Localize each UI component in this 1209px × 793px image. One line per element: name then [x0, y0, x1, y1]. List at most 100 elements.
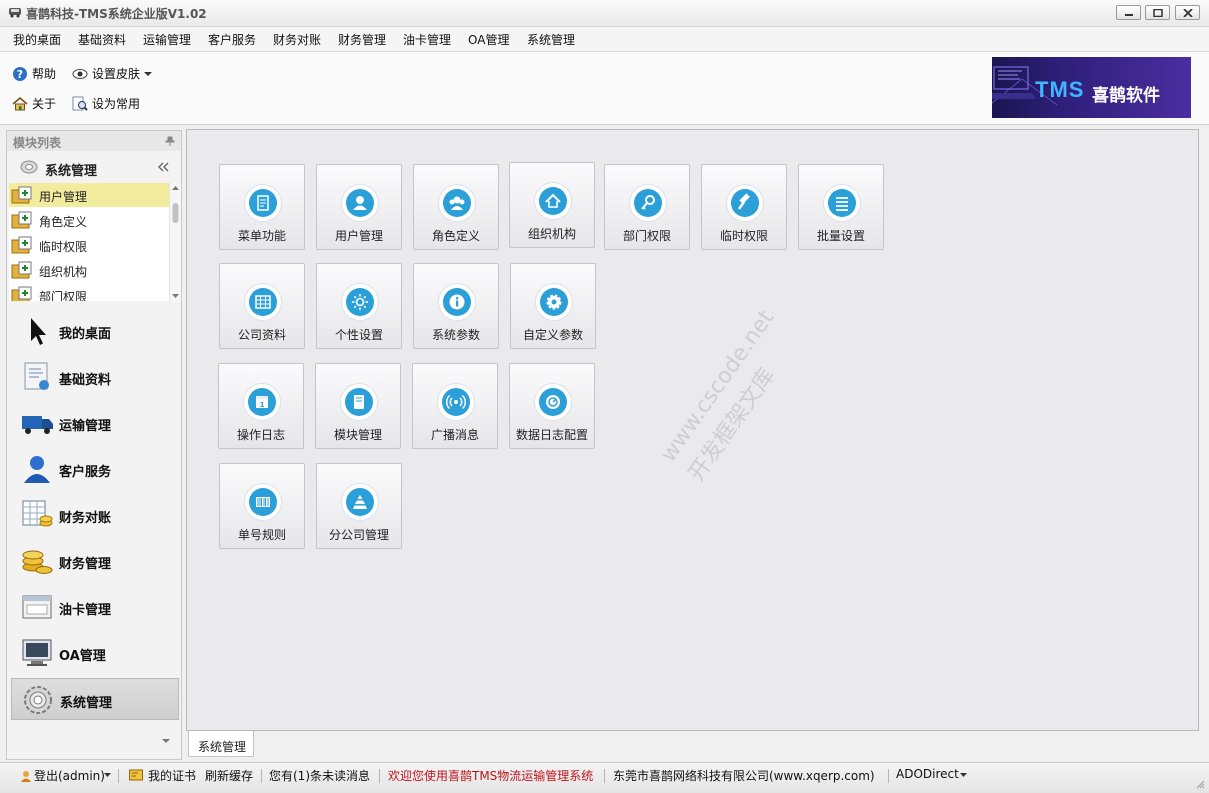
menu-my-desktop[interactable]: 我的桌面	[13, 31, 61, 48]
nav-customer-service[interactable]: 客户服务	[11, 448, 179, 490]
pin-icon[interactable]	[165, 136, 175, 146]
company-text: 东莞市喜鹊网络科技有限公司(www.xqerp.com)	[613, 769, 875, 783]
document-tab-strip: 系统管理	[186, 731, 1199, 759]
certificate-link[interactable]: 我的证书	[148, 767, 196, 784]
menu-transport[interactable]: 运输管理	[143, 31, 191, 48]
nav-system[interactable]: 系统管理	[11, 678, 179, 720]
watermark-line2: 开发框架文库	[684, 363, 781, 487]
sub-item-role-definition[interactable]: 角色定义	[9, 208, 169, 232]
resize-grip-icon[interactable]	[1195, 779, 1205, 789]
group-header-system[interactable]: 系统管理	[7, 153, 181, 181]
nav-finance[interactable]: 财务管理	[11, 540, 179, 582]
unread-messages-link[interactable]: 您有(1)条未读消息	[269, 767, 370, 784]
maximize-button[interactable]	[1145, 5, 1170, 20]
status-bar: 登出(admin) 我的证书 刷新缓存 您有(1)条未读消息 欢迎您使用喜鹊TM…	[0, 762, 1209, 793]
help-label: 帮助	[32, 67, 57, 81]
tile-label: 广播消息	[430, 428, 479, 442]
main-content-panel: 菜单功能 用户管理 角色定义 组织机构 部门权限 临时权限 批量设置 公司资料 …	[186, 129, 1199, 731]
set-common-button[interactable]: 设为常用	[72, 95, 140, 112]
tile-personal-settings[interactable]: 个性设置	[316, 263, 402, 349]
nav-my-desktop[interactable]: 我的桌面	[11, 310, 179, 352]
tile-temp-permission[interactable]: 临时权限	[701, 164, 787, 250]
tile-module-management[interactable]: 模块管理	[315, 363, 401, 449]
banner-tms-text: TMS	[1035, 77, 1085, 102]
menu-customer-service[interactable]: 客户服务	[208, 31, 256, 48]
tile-data-log-config[interactable]: 数据日志配置	[509, 363, 595, 449]
tile-label: 部门权限	[622, 229, 671, 243]
tile-custom-params[interactable]: 自定义参数	[510, 263, 596, 349]
tile-label: 菜单功能	[237, 229, 286, 243]
tile-icon-bg	[534, 383, 572, 421]
sub-item-temp-permission[interactable]: 临时权限	[9, 233, 169, 257]
nav-more-chevron-icon[interactable]	[161, 738, 171, 744]
nav-label: 客户服务	[59, 465, 112, 480]
minimize-button[interactable]	[1116, 5, 1141, 20]
menu-fuel-card[interactable]: 油卡管理	[403, 31, 451, 48]
skin-label: 设置皮肤	[92, 67, 141, 81]
sun-icon	[346, 288, 374, 316]
table-icon	[249, 288, 277, 316]
svg-text:?: ?	[17, 68, 23, 81]
nav-basic-data[interactable]: 基础资料	[11, 356, 179, 398]
tile-menu-function[interactable]: 菜单功能	[219, 164, 305, 250]
menu-oa[interactable]: OA管理	[468, 31, 509, 48]
refresh-cache-link[interactable]: 刷新缓存	[205, 767, 253, 784]
tile-icon-bg	[244, 483, 282, 521]
sub-item-dept-permission[interactable]: 部门权限	[9, 283, 169, 301]
tile-number-rules[interactable]: 单号规则	[219, 463, 305, 549]
logout-button[interactable]: 登出(admin)	[34, 767, 105, 784]
tile-icon-bg	[341, 283, 379, 321]
hammer-icon	[731, 189, 759, 217]
tile-branch-management[interactable]: 分公司管理	[316, 463, 402, 549]
tile-company-info[interactable]: 公司资料	[219, 263, 305, 349]
module-list-panel: 模块列表 系统管理 用户管理 角色定义 临时权限 组织机构 部门权限 我的桌面 …	[6, 130, 182, 760]
close-button[interactable]	[1175, 5, 1200, 20]
menu-system[interactable]: 系统管理	[527, 31, 575, 48]
sub-list-scrollbar[interactable]	[169, 183, 181, 301]
tile-dept-permission[interactable]: 部门权限	[604, 164, 690, 250]
folder-plus-icon	[11, 186, 32, 204]
cursor-icon	[31, 318, 46, 345]
tile-system-params[interactable]: 系统参数	[413, 263, 499, 349]
menu-finance[interactable]: 财务管理	[338, 31, 386, 48]
nav-transport[interactable]: 运输管理	[11, 402, 179, 444]
nav-fuel-card[interactable]: 油卡管理	[11, 586, 179, 628]
tile-label: 系统参数	[431, 328, 480, 342]
skin-dropdown[interactable]: 设置皮肤	[72, 65, 153, 82]
tile-label: 用户管理	[334, 229, 383, 243]
sub-item-user-management[interactable]: 用户管理	[9, 183, 169, 207]
tile-label: 角色定义	[431, 229, 480, 243]
sub-item-label: 组织机构	[39, 265, 88, 279]
tab-system-management[interactable]: 系统管理	[188, 731, 254, 757]
tile-label: 数据日志配置	[515, 428, 588, 442]
maximize-icon	[1153, 9, 1163, 17]
module-list-title: 模块列表	[13, 136, 62, 150]
menu-basic-data[interactable]: 基础资料	[78, 31, 126, 48]
tile-icon-bg	[437, 383, 475, 421]
menu-finance-reconcile[interactable]: 财务对账	[273, 31, 321, 48]
window-card-icon	[22, 595, 52, 619]
tab-label: 系统管理	[198, 740, 247, 754]
tile-role-definition[interactable]: 角色定义	[413, 164, 499, 250]
truck-app-icon	[9, 8, 21, 18]
dial-icon	[539, 388, 567, 416]
collapse-chevrons-icon[interactable]	[157, 162, 169, 172]
help-button[interactable]: ? 帮助	[12, 65, 56, 82]
spreadsheet-coins-icon	[22, 500, 53, 527]
tile-broadcast-message[interactable]: 广播消息	[412, 363, 498, 449]
folder-plus-icon	[11, 286, 32, 301]
sub-item-organization[interactable]: 组织机构	[9, 258, 169, 282]
db-connection-dropdown[interactable]: ADODirect	[896, 767, 959, 781]
tile-organization[interactable]: 组织机构	[509, 162, 595, 248]
nav-oa[interactable]: OA管理	[11, 632, 179, 674]
tile-batch-settings[interactable]: 批量设置	[798, 164, 884, 250]
about-button[interactable]: 关于	[12, 95, 56, 112]
nav-label: 我的桌面	[59, 327, 112, 342]
tile-user-management[interactable]: 用户管理	[316, 164, 402, 250]
list-icon	[828, 189, 856, 217]
brand-banner: TMS 喜鹊软件	[992, 57, 1191, 118]
tile-operation-log[interactable]: 1 操作日志	[218, 363, 304, 449]
tile-icon-bg	[244, 184, 282, 222]
broadcast-icon	[442, 388, 470, 416]
nav-finance-reconcile[interactable]: 财务对账	[11, 494, 179, 536]
